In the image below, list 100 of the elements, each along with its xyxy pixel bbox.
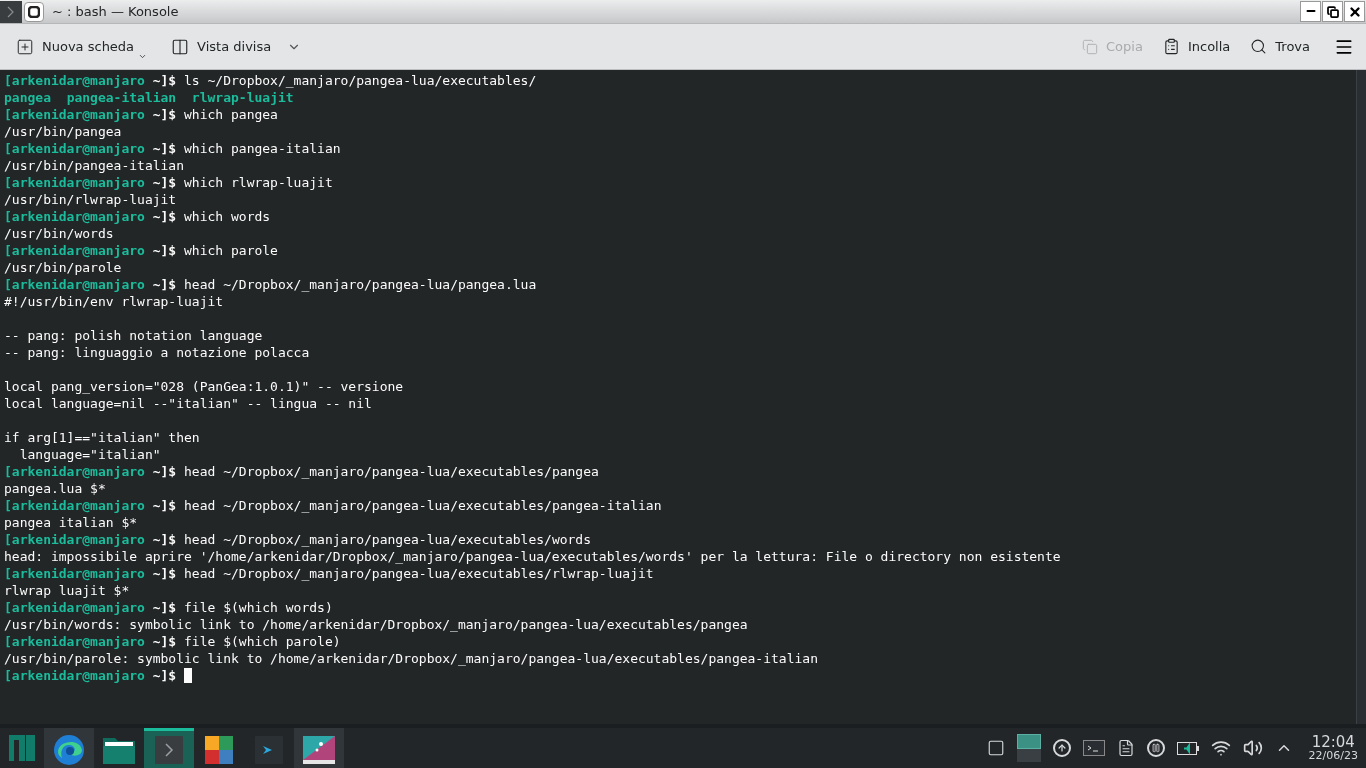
logo-icon bbox=[9, 735, 35, 761]
executable-file-name: rlwrap-luajit bbox=[191, 89, 294, 106]
prompt-directory: ~]$ bbox=[152, 276, 177, 293]
taskbar-app[interactable] bbox=[294, 728, 344, 768]
command-text: which parole bbox=[184, 242, 278, 259]
new-tab-icon bbox=[16, 37, 34, 56]
close-button[interactable] bbox=[1344, 1, 1365, 22]
command-text: head ~/Dropbox/_manjaro/pangea-lua/executables/words bbox=[184, 531, 592, 548]
prompt-user: [arkenidar@manjaro bbox=[4, 208, 145, 225]
copy-icon bbox=[1082, 38, 1099, 55]
command-text: head ~/Dropbox/_manjaro/pangea-lua/executables/pangea bbox=[184, 463, 599, 480]
output-text: /usr/bin/words bbox=[4, 226, 114, 241]
output-text: /usr/bin/words: symbolic link to /home/arkenidar/Dropbox/_manjaro/pangea-lua/executables/pangea bbox=[4, 617, 748, 632]
output-text: pangea italian $* bbox=[4, 515, 138, 530]
volume-icon[interactable] bbox=[1242, 738, 1263, 758]
taskbar-app[interactable] bbox=[44, 728, 94, 768]
output-text: head: impossibile aprire '/home/arkenidar/Dropbox/_manjaro/pangea-lua/executables/words' per la lettura: File o directory non esistente bbox=[4, 549, 1061, 564]
prompt-user: [arkenidar@manjaro bbox=[4, 667, 145, 684]
update-icon[interactable] bbox=[1052, 739, 1071, 757]
prompt-directory: ~]$ bbox=[152, 106, 177, 123]
output-text: -- pang: linguaggio a notazione polacca bbox=[4, 345, 310, 360]
command-text: head ~/Dropbox/_manjaro/pangea-lua/executables/rlwrap-luajit bbox=[184, 565, 654, 582]
prompt-directory: ~]$ bbox=[152, 208, 177, 225]
wifi-icon[interactable] bbox=[1210, 738, 1231, 758]
clipboard-icon bbox=[1162, 38, 1180, 55]
prompt-user: [arkenidar@manjaro bbox=[4, 497, 145, 514]
battery-icon[interactable] bbox=[1176, 741, 1199, 755]
prompt-user: [arkenidar@manjaro bbox=[4, 174, 145, 191]
prompt-directory: ~]$ bbox=[152, 531, 177, 548]
minimize-button[interactable] bbox=[1300, 1, 1321, 22]
split-view-icon bbox=[171, 37, 190, 56]
paste-button[interactable]: Incolla bbox=[1154, 30, 1239, 63]
executable-file-name: pangea-italian bbox=[66, 89, 177, 106]
command-text: head ~/Dropbox/_manjaro/pangea-lua/executables/pangea-italian bbox=[184, 497, 662, 514]
command-text: head ~/Dropbox/_manjaro/pangea-lua/pangea.lua bbox=[184, 276, 537, 293]
chevron-icon bbox=[0, 0, 22, 23]
prompt-user: [arkenidar@manjaro bbox=[4, 72, 145, 89]
command-text: which pangea-italian bbox=[184, 140, 341, 157]
prompt-user: [arkenidar@manjaro bbox=[4, 565, 145, 582]
picture-app-icon bbox=[303, 735, 335, 764]
clock-date: 22/06/23 bbox=[1308, 750, 1358, 761]
clock[interactable]: 12:04 22/06/23 bbox=[1308, 735, 1358, 761]
output-text: /usr/bin/parole: symbolic link to /home/arkenidar/Dropbox/_manjaro/pangea-lua/executables/pangea-italian bbox=[4, 651, 818, 666]
output-text: if arg[1]=="italian" then bbox=[4, 430, 200, 445]
clock-time: 12:04 bbox=[1311, 735, 1355, 750]
pause-icon[interactable] bbox=[1146, 739, 1165, 757]
prompt-user: [arkenidar@manjaro bbox=[4, 599, 145, 616]
prompt-directory: ~]$ bbox=[152, 242, 177, 259]
new-tab-button[interactable]: Nuova scheda bbox=[8, 30, 156, 63]
output-text: #!/usr/bin/env rlwrap-luajit bbox=[4, 294, 224, 309]
restore-button[interactable] bbox=[1322, 1, 1343, 22]
output-text: local pang_version="028 (PanGea:1.0.1)" -- versione bbox=[4, 379, 404, 394]
command-text: file $(which words) bbox=[184, 599, 333, 616]
prompt-directory: ~]$ bbox=[152, 140, 177, 157]
prompt-directory: ~]$ bbox=[152, 497, 177, 514]
tiles-icon bbox=[205, 735, 233, 764]
output-text: rlwrap luajit $* bbox=[4, 583, 130, 598]
output-text: -- pang: polish notation language bbox=[4, 328, 263, 343]
split-button[interactable]: Vista divisa bbox=[163, 30, 310, 63]
prompt-user: [arkenidar@manjaro bbox=[4, 531, 145, 548]
find-button[interactable]: Trova bbox=[1242, 30, 1318, 63]
prompt-directory: ~]$ bbox=[152, 72, 177, 89]
desktop-icon[interactable] bbox=[986, 739, 1005, 757]
output-text: /usr/bin/pangea bbox=[4, 124, 122, 139]
command-text: which pangea bbox=[184, 106, 278, 123]
folder-icon bbox=[103, 735, 135, 764]
prompt-directory: ~]$ bbox=[152, 599, 177, 616]
output-text: language="italian" bbox=[18, 447, 161, 462]
terminal-icon[interactable] bbox=[1082, 740, 1105, 756]
search-icon bbox=[1250, 38, 1268, 55]
command-text: ls ~/Dropbox/_manjaro/pangea-lua/executables/ bbox=[184, 72, 537, 89]
command-text: file $(which parole) bbox=[184, 633, 341, 650]
browser-icon bbox=[53, 733, 85, 766]
prompt-directory: ~]$ bbox=[152, 667, 177, 684]
prompt-user: [arkenidar@manjaro bbox=[4, 140, 145, 157]
prompt-user: [arkenidar@manjaro bbox=[4, 106, 145, 123]
prompt-directory: ~]$ bbox=[152, 174, 177, 191]
terminal-icon bbox=[155, 735, 183, 764]
output-text: /usr/bin/rlwrap-luajit bbox=[4, 192, 177, 207]
pager-icon[interactable] bbox=[1016, 734, 1041, 762]
prompt-directory: ~]$ bbox=[152, 633, 177, 650]
prompt-user: [arkenidar@manjaro bbox=[4, 276, 145, 293]
prompt-directory: ~]$ bbox=[152, 463, 177, 480]
executable-file-name: pangea bbox=[4, 89, 51, 106]
restore-icon bbox=[1326, 5, 1339, 18]
command-text: which rlwrap-luajit bbox=[184, 174, 333, 191]
output-text: /usr/bin/pangea-italian bbox=[4, 158, 184, 173]
clipboard-icon[interactable] bbox=[1116, 739, 1135, 757]
app-icon[interactable] bbox=[24, 1, 44, 22]
scrollbar[interactable] bbox=[1356, 70, 1366, 724]
close-icon bbox=[1347, 4, 1362, 19]
console-icon bbox=[255, 735, 283, 764]
prompt-user: [arkenidar@manjaro bbox=[4, 242, 145, 259]
window-title: ~ : bash — Konsole bbox=[52, 2, 179, 21]
output-text: local language=nil --"italian" -- lingua -- nil bbox=[4, 396, 372, 411]
output-text: pangea.lua $* bbox=[4, 481, 106, 496]
command-text: which words bbox=[184, 208, 271, 225]
prompt-user: [arkenidar@manjaro bbox=[4, 463, 145, 480]
prompt-directory: ~]$ bbox=[152, 565, 177, 582]
output-text: /usr/bin/parole bbox=[4, 260, 122, 275]
